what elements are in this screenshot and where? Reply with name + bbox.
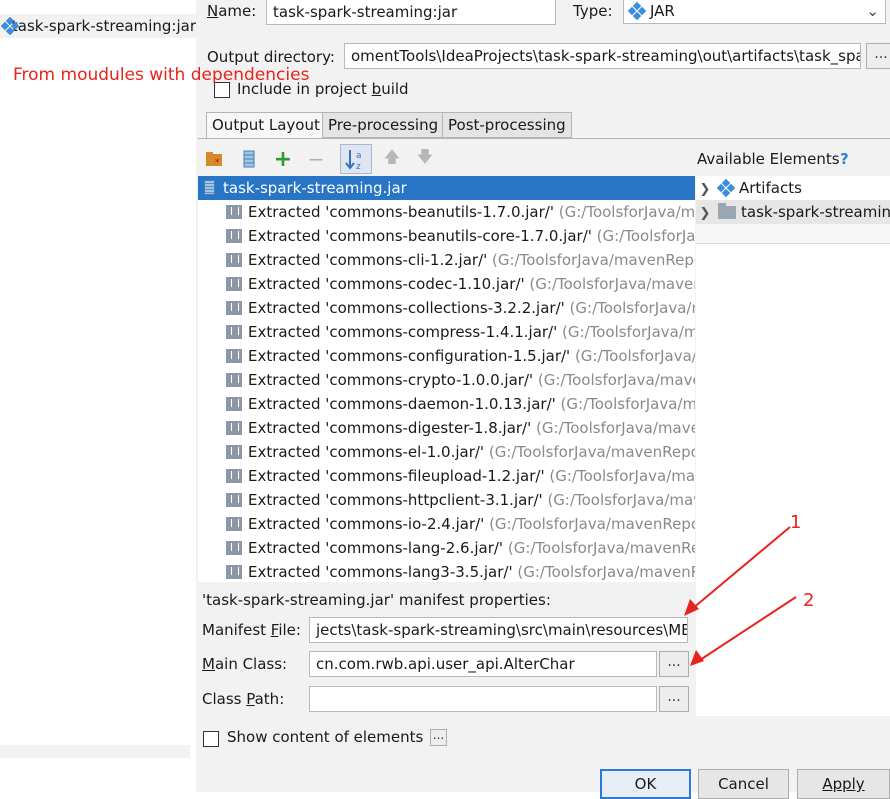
annotation-label-2: 2 <box>803 590 814 611</box>
annotation-arrow-1 <box>684 526 791 616</box>
annotation-overlay: 1 2 <box>684 512 814 666</box>
annotation-arrow-2 <box>690 596 797 666</box>
annotation-label-1: 1 <box>790 512 801 533</box>
